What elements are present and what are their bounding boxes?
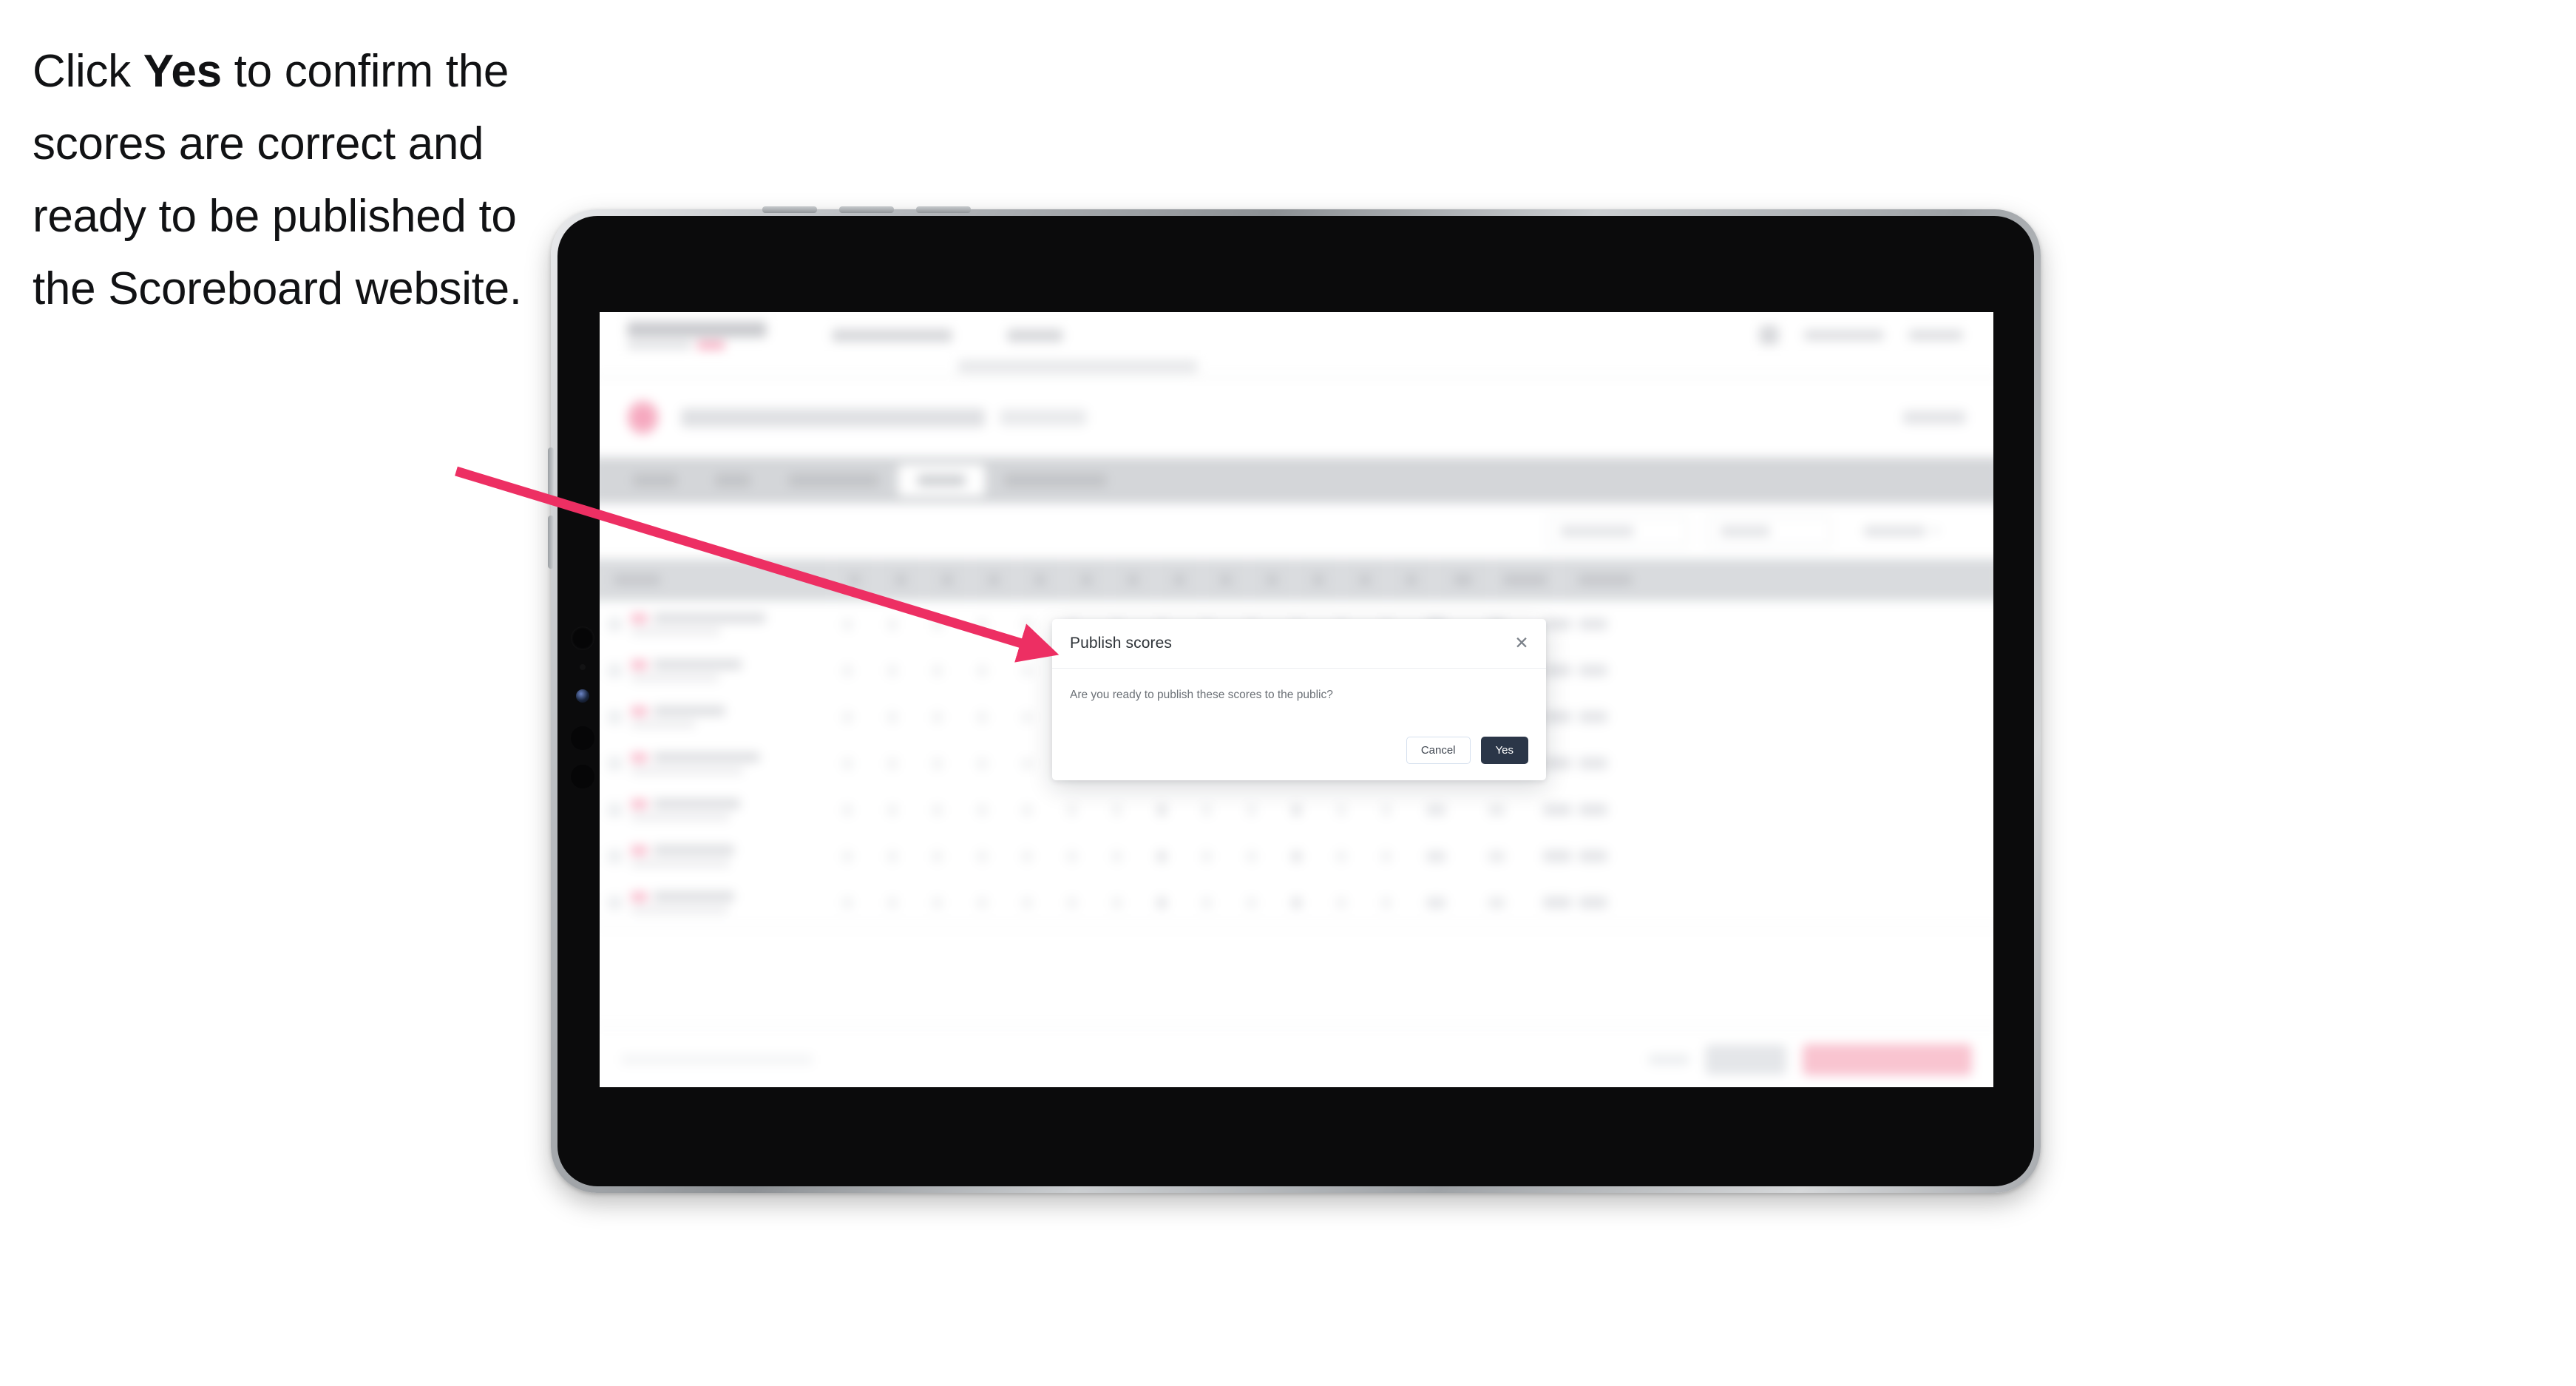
dialog-message: Are you ready to publish these scores to… — [1070, 689, 1333, 701]
yes-button[interactable]: Yes — [1480, 737, 1528, 764]
cancel-button[interactable]: Cancel — [1406, 737, 1471, 764]
device-volume-down-button[interactable] — [548, 515, 554, 569]
dialog-actions: Cancel Yes — [1406, 737, 1528, 764]
publish-scores-dialog: Publish scores ✕ Are you ready to publis… — [1052, 619, 1546, 780]
dialog-header: Publish scores ✕ — [1052, 619, 1546, 669]
dialog-title: Publish scores — [1070, 635, 1172, 652]
instruction-before: Click — [33, 46, 143, 97]
device-body: Publish scores ✕ Are you ready to publis… — [557, 216, 2034, 1186]
device-top-button-1[interactable] — [762, 206, 817, 213]
camera-microphone-icon — [580, 664, 586, 670]
instruction-emphasis: Yes — [143, 46, 222, 97]
device-bezel: Publish scores ✕ Are you ready to publis… — [548, 206, 2041, 1193]
camera-sensor-2-icon — [571, 765, 594, 788]
close-icon[interactable]: ✕ — [1512, 633, 1531, 652]
device-top-button-3[interactable] — [916, 206, 971, 213]
tablet-device: Publish scores ✕ Are you ready to publis… — [548, 206, 2041, 1193]
camera-sensor-1-icon — [571, 726, 594, 750]
instruction-text: Click Yes to confirm the scores are corr… — [33, 36, 565, 325]
camera-flash-icon — [576, 689, 589, 703]
modal-overlay[interactable]: Publish scores ✕ Are you ready to publis… — [600, 312, 1993, 1087]
camera-lens-icon — [571, 626, 594, 650]
device-top-button-2[interactable] — [839, 206, 894, 213]
device-volume-up-button[interactable] — [548, 447, 554, 501]
device-screen: Publish scores ✕ Are you ready to publis… — [600, 312, 1993, 1087]
